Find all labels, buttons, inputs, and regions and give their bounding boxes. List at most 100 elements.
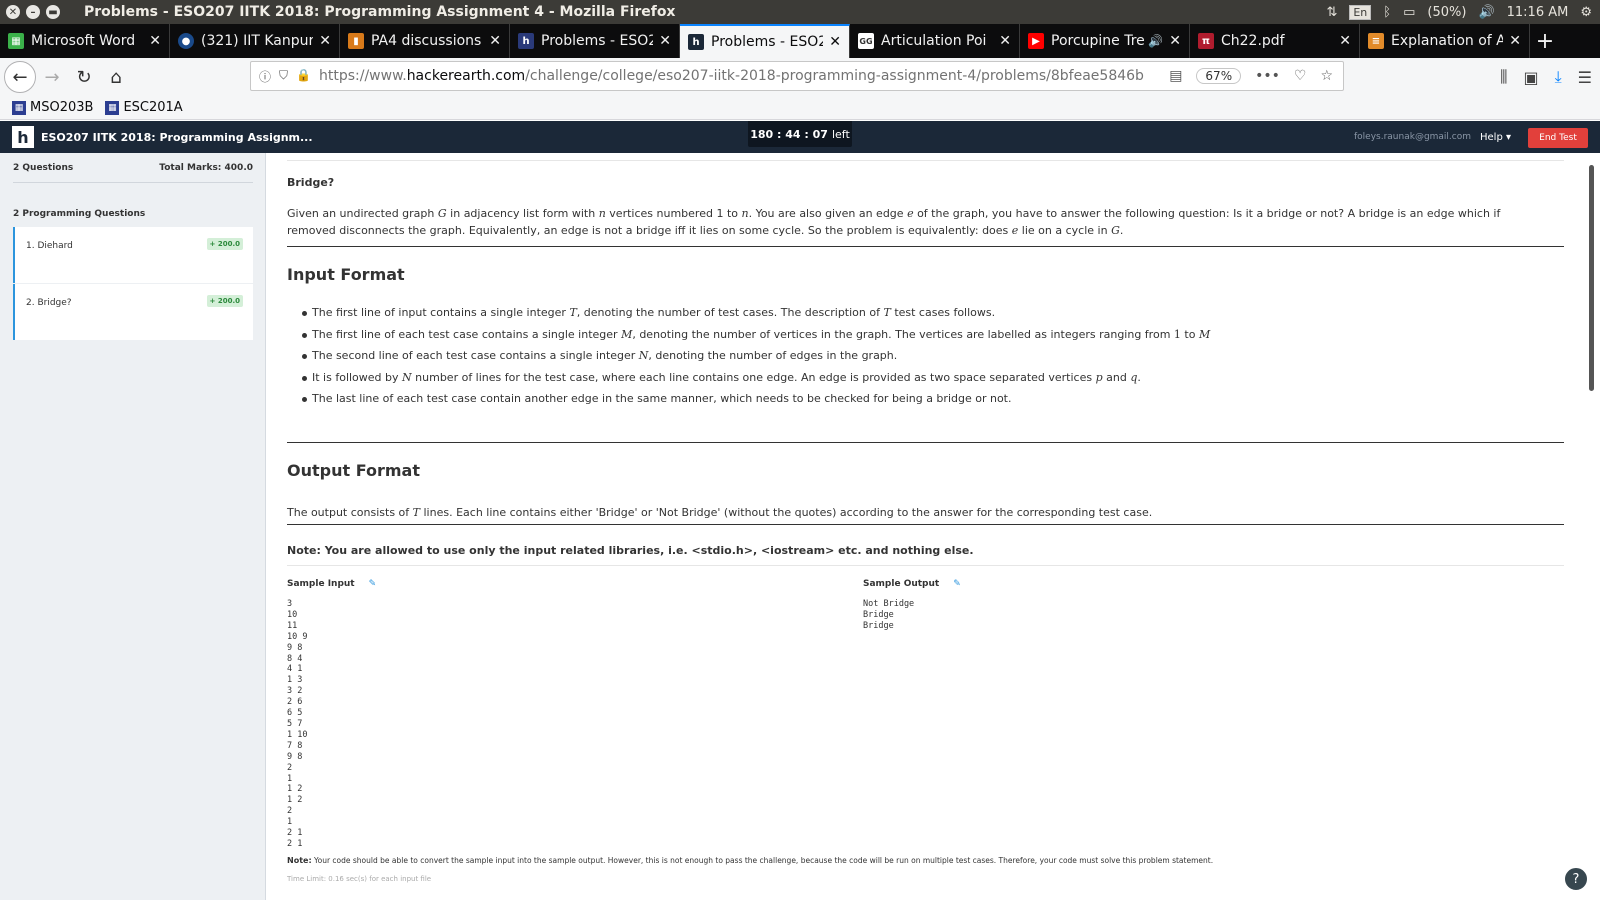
desc-text: vertices numbered 1 to [609,207,738,220]
help-question-icon[interactable]: ? [1563,866,1589,892]
site-identity[interactable]: ⓘ ⛉ 🔒 [259,68,311,85]
copy-link-icon[interactable]: ✎ [953,579,961,589]
note-text: Your code should be able to convert the … [314,856,1214,865]
battery-icon[interactable]: ▭ [1403,5,1415,20]
text: . [1137,370,1141,384]
tab-problems-active[interactable]: h Problems - ESO2 ✕ [680,24,850,58]
lock-icon[interactable]: 🔒 [296,68,311,85]
list-item: The second line of each test case contai… [302,345,1552,367]
bookmark-mso203b[interactable]: ▦ MSO203B [12,100,93,115]
reload-icon[interactable]: ↻ [68,61,100,93]
address-bar[interactable]: ⓘ ⛉ 🔒 https://www.hackerearth.com/challe… [250,61,1344,91]
text: It is followed by [312,370,399,384]
zoom-level-button[interactable]: 67% [1196,68,1242,84]
hackerearth-logo-icon[interactable]: h [12,126,34,148]
pocket-icon[interactable]: ♡ [1294,68,1307,84]
tab-articulation-points[interactable]: GG Articulation Poi ✕ [850,24,1020,58]
bookmark-star-icon[interactable]: ☆ [1320,68,1333,84]
sample-input-header: Sample Input ✎ [287,579,376,589]
keyboard-layout-indicator[interactable]: En [1349,4,1372,20]
bookmarks-toolbar: ▦ MSO203B ▦ ESC201A [0,96,1600,120]
settings-gear-icon[interactable]: ⚙ [1580,5,1592,20]
forward-arrow-icon[interactable]: → [36,61,68,93]
sample-input-block[interactable]: 3 10 11 10 9 9 8 8 4 4 1 1 3 3 2 2 6 6 5… [287,599,307,850]
sidebar-summary: 2 Questions Total Marks: 400.0 [13,163,253,183]
tab-close-icon[interactable]: ✕ [319,33,331,49]
end-test-button[interactable]: End Test [1528,128,1588,148]
tab-microsoft-word[interactable]: ▦ Microsoft Word ✕ [0,24,170,58]
tab-close-icon[interactable]: ✕ [659,33,671,49]
desc-text: . [1119,224,1124,237]
tab-close-icon[interactable]: ✕ [829,34,841,50]
tab-ch22-pdf[interactable]: π Ch22.pdf ✕ [1190,24,1360,58]
browser-tab-strip: ▦ Microsoft Word ✕ ● (321) IIT Kanpur ✕ … [0,24,1600,58]
hamburger-menu-icon[interactable]: ☰ [1578,68,1592,87]
tracking-shield-icon[interactable]: ⛉ [279,68,288,85]
tab-close-icon[interactable]: ✕ [999,33,1011,49]
list-item: The first line of each test case contain… [302,324,1552,346]
url-prefix: https://www. [318,68,407,84]
question-item-diehard[interactable]: 1. Diehard + 200.0 [13,227,253,283]
tab-iit-kanpur[interactable]: ● (321) IIT Kanpur ✕ [170,24,340,58]
math-N: N [402,370,412,384]
tab-problems-1[interactable]: h Problems - ESO2 ✕ [510,24,680,58]
toolbar-right: ⫼ ▣ ⤓ ☰ [1500,58,1592,96]
hackerearth-favicon-icon: h [518,33,534,49]
tab-close-icon[interactable]: ✕ [1509,33,1521,49]
question-item-bridge[interactable]: 2. Bridge? + 200.0 [13,284,253,340]
reader-view-icon[interactable]: ▤ [1169,68,1182,84]
tab-explanation[interactable]: ≡ Explanation of A ✕ [1360,24,1530,58]
text: The output consists of [287,506,410,519]
tab-label: Porcupine Tre [1051,33,1145,49]
list-item: The first line of input contains a singl… [302,302,1552,324]
text: The second line of each test case contai… [312,349,636,362]
tab-close-icon[interactable]: ✕ [149,33,161,49]
scrollbar-thumb[interactable] [1589,165,1594,391]
tab-pa4-discussions[interactable]: ▮ PA4 discussions ✕ [340,24,510,58]
page-scrollbar[interactable] [1584,153,1600,900]
new-tab-button[interactable]: + [1530,24,1560,58]
library-icon[interactable]: ⫼ [1500,67,1507,87]
speaker-icon[interactable]: 🔊 [1148,34,1163,48]
divider [287,565,1564,566]
tab-label: PA4 discussions [371,33,482,49]
network-icon[interactable]: ⇅ [1326,5,1337,20]
sample-output-block[interactable]: Not Bridge Bridge Bridge [863,599,914,632]
divider [287,160,1564,161]
window-maximize-button[interactable]: ▬ [46,5,60,19]
system-tray: ⇅ En ᛒ ▭ (50%) 🔊 11:16 AM ⚙ [1326,0,1592,24]
contest-title: ESO207 IITK 2018: Programming Assignm... [41,130,313,144]
volume-icon[interactable]: 🔊 [1478,5,1494,20]
page-actions-menu-icon[interactable]: ••• [1255,68,1280,84]
desc-text: Given an undirected graph [287,207,435,220]
tab-porcupine-tree[interactable]: ▶ Porcupine Tre 🔊 ✕ [1020,24,1190,58]
question-label: 2. Bridge? [26,298,72,308]
bluetooth-icon[interactable]: ᛒ [1383,5,1391,20]
math-n: n [598,207,606,220]
url-text[interactable]: https://www.hackerearth.com/challenge/co… [319,68,1169,84]
window-minimize-button[interactable]: – [26,5,40,19]
home-icon[interactable]: ⌂ [100,61,132,93]
clock[interactable]: 11:16 AM [1507,5,1569,20]
tab-close-icon[interactable]: ✕ [1169,33,1181,49]
user-email[interactable]: foleys.raunak@gmail.com [1354,121,1471,153]
divider [287,442,1564,443]
problem-description: Given an undirected graph G in adjacency… [287,205,1517,239]
help-dropdown[interactable]: Help ▾ [1480,121,1511,153]
bookmark-esc201a[interactable]: ▦ ESC201A [105,100,183,115]
text: lines. Each line contains either 'Bridge… [423,506,1153,519]
download-icon[interactable]: ⤓ [1555,67,1562,87]
window-close-button[interactable]: ✕ [6,5,20,19]
tab-close-icon[interactable]: ✕ [489,33,501,49]
sync-icon[interactable]: ▣ [1523,68,1538,87]
text: The first line of each test case contain… [312,327,618,341]
text: number of lines for the test case, where… [415,370,1093,384]
text: , denoting the number of edges in the gr… [648,349,898,362]
tab-close-icon[interactable]: ✕ [1339,33,1351,49]
window-title: Problems - ESO207 IITK 2018: Programming… [84,4,676,20]
back-arrow-icon[interactable]: ← [4,61,36,93]
info-icon[interactable]: ⓘ [259,68,271,85]
input-format-heading: Input Format [287,265,405,284]
desc-text: . You are also given an edge [748,207,904,220]
copy-link-icon[interactable]: ✎ [369,579,377,589]
